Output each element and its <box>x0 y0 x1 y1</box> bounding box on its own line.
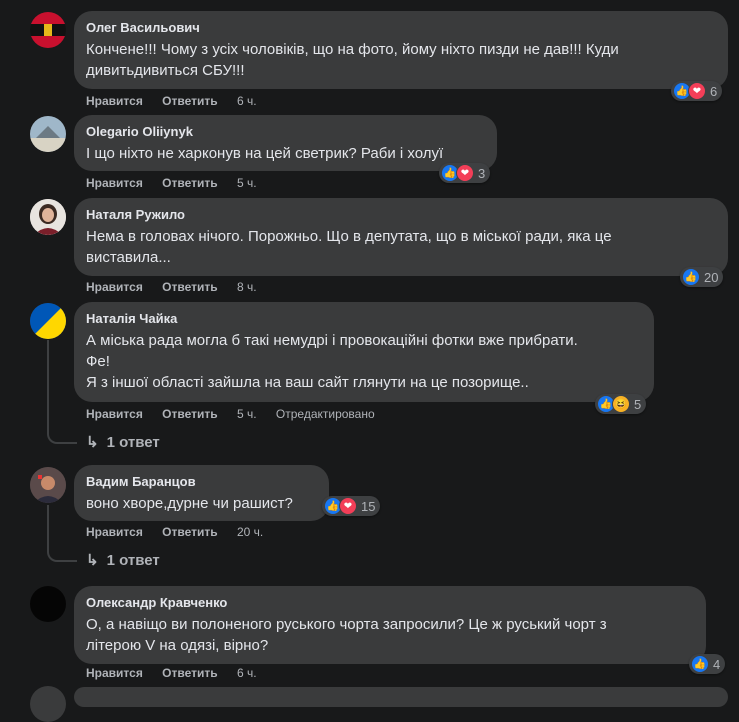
avatar[interactable] <box>30 199 66 235</box>
comment-text: І що ніхто не харконув на цей светрик? Р… <box>86 145 444 162</box>
avatar[interactable] <box>30 686 66 722</box>
reaction-count: 6 <box>710 83 718 99</box>
reply-button[interactable]: Ответить <box>162 666 217 680</box>
reaction-count: 20 <box>704 269 719 285</box>
heart-icon: ❤ <box>339 497 357 515</box>
reaction-count: 5 <box>634 396 642 412</box>
comment-text: воно хворе,дурне чи рашист? <box>86 495 293 512</box>
thread-line <box>47 340 77 444</box>
timestamp[interactable]: 5 ч. <box>237 176 257 190</box>
view-replies-link[interactable]: ↳ 1 ответ <box>86 433 160 451</box>
heart-icon: ❤ <box>456 164 474 182</box>
reaction-summary[interactable]: 👍 😆 5 <box>595 394 647 414</box>
comment-author[interactable]: Olegario Oliiynyk <box>86 123 485 140</box>
comment-actions: Нравится Ответить 6 ч. <box>86 665 273 681</box>
comment-bubble: Наталія Чайка А міська рада могла б такі… <box>74 302 654 402</box>
comment-actions: Нравится Ответить 8 ч. <box>86 279 273 295</box>
avatar[interactable] <box>30 303 66 339</box>
comment-bubble: Вадим Баранцов воно хворе,дурне чи рашис… <box>74 465 329 521</box>
comment-text: Нема в головах нічого. Порожньо. Що в де… <box>86 228 612 266</box>
avatar-image <box>30 12 66 48</box>
reaction-summary[interactable]: 👍 ❤ 6 <box>671 81 723 101</box>
comment-text: А міська рада могла б такі немудрі і про… <box>86 332 578 391</box>
thumbs-up-icon: 👍 <box>691 655 709 673</box>
timestamp[interactable]: 6 ч. <box>237 666 257 680</box>
heart-icon: ❤ <box>688 82 706 100</box>
comment-bubble: Наталя Ружило Нема в головах нічого. Пор… <box>74 198 728 276</box>
avatar-image <box>30 303 66 339</box>
comment-author[interactable]: Наталя Ружило <box>86 206 716 223</box>
comment-author[interactable]: Наталія Чайка <box>86 310 642 327</box>
reaction-summary[interactable]: 👍 ❤ 15 <box>322 496 381 516</box>
reaction-summary[interactable]: 👍 20 <box>680 267 724 287</box>
like-button[interactable]: Нравится <box>86 407 143 421</box>
timestamp[interactable]: 5 ч. <box>237 407 257 421</box>
avatar[interactable] <box>30 586 66 622</box>
replies-count: 1 ответ <box>106 552 160 569</box>
reply-arrow-icon: ↳ <box>86 552 99 569</box>
comment-actions: Нравится Ответить 5 ч. Отредактировано <box>86 406 391 422</box>
avatar[interactable] <box>30 116 66 152</box>
comment-text: Кончене!!! Чому з усіх чоловіків, що на … <box>86 41 619 79</box>
reaction-count: 3 <box>478 165 486 181</box>
like-button[interactable]: Нравится <box>86 176 143 190</box>
reply-button[interactable]: Ответить <box>162 525 217 539</box>
replies-count: 1 ответ <box>106 434 160 451</box>
comment-actions: Нравится Ответить 5 ч. <box>86 175 273 191</box>
reply-arrow-icon: ↳ <box>86 434 99 451</box>
timestamp[interactable]: 8 ч. <box>237 280 257 294</box>
like-button[interactable]: Нравится <box>86 666 143 680</box>
reply-button[interactable]: Ответить <box>162 280 217 294</box>
comment-author[interactable]: Олександр Кравченко <box>86 594 694 611</box>
reaction-count: 15 <box>361 498 376 514</box>
comment-actions: Нравится Ответить 6 ч. <box>86 93 273 109</box>
reaction-summary[interactable]: 👍 4 <box>689 654 726 674</box>
like-button[interactable]: Нравится <box>86 94 143 108</box>
like-button[interactable]: Нравится <box>86 525 143 539</box>
comment-bubble: Олег Васильович Кончене!!! Чому з усіх ч… <box>74 11 728 89</box>
comment-text: О, а навіщо ви полоненого руського чорта… <box>86 616 607 654</box>
reply-button[interactable]: Ответить <box>162 407 217 421</box>
thumbs-up-icon: 👍 <box>682 268 700 286</box>
comment-bubble <box>74 687 728 707</box>
laugh-icon: 😆 <box>612 395 630 413</box>
timestamp[interactable]: 6 ч. <box>237 94 257 108</box>
reply-button[interactable]: Ответить <box>162 94 217 108</box>
avatar-image <box>30 116 66 152</box>
comment-author[interactable]: Олег Васильович <box>86 19 716 36</box>
reaction-count: 4 <box>713 656 721 672</box>
reply-button[interactable]: Ответить <box>162 176 217 190</box>
avatar-image <box>30 467 66 503</box>
reaction-summary[interactable]: 👍 ❤ 3 <box>439 163 491 183</box>
avatar[interactable] <box>30 12 66 48</box>
edited-label: Отредактировано <box>275 407 375 421</box>
like-button[interactable]: Нравится <box>86 280 143 294</box>
comment-actions: Нравится Ответить 20 ч. <box>86 524 279 540</box>
timestamp[interactable]: 20 ч. <box>237 525 263 539</box>
comment-bubble: Олександр Кравченко О, а навіщо ви полон… <box>74 586 706 664</box>
comment-bubble: Olegario Oliiynyk І що ніхто не харконув… <box>74 115 497 171</box>
thread-line <box>47 505 77 562</box>
avatar[interactable] <box>30 467 66 503</box>
view-replies-link[interactable]: ↳ 1 ответ <box>86 551 160 569</box>
comment-author[interactable]: Вадим Баранцов <box>86 473 317 490</box>
avatar-image <box>30 199 66 235</box>
